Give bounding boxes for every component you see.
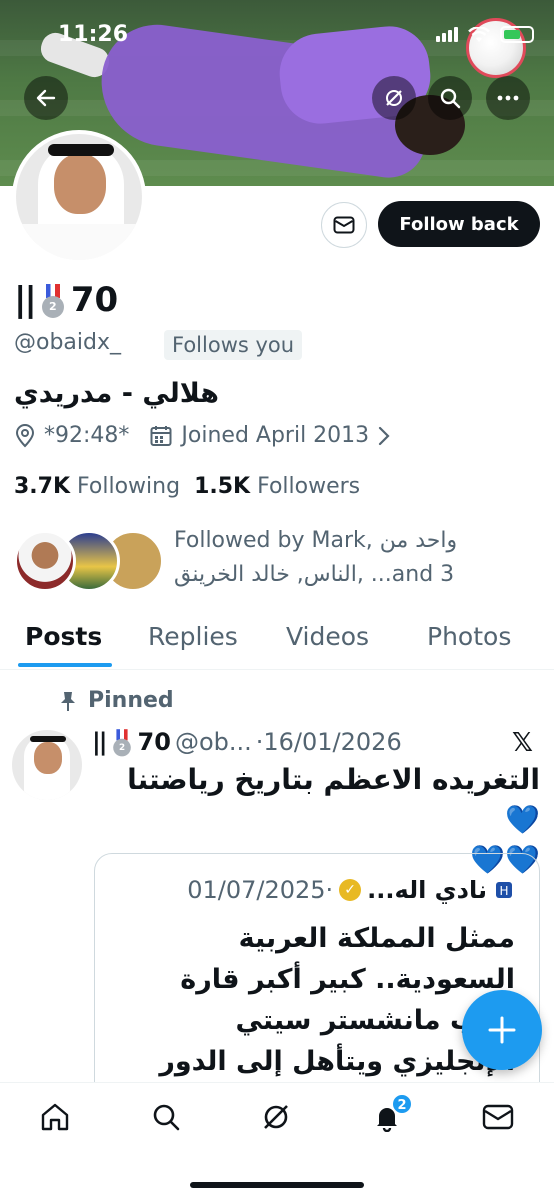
search-button[interactable] bbox=[428, 76, 472, 120]
notifications-badge: 2 bbox=[391, 1093, 413, 1115]
grok-icon bbox=[386, 90, 402, 106]
compose-button[interactable] bbox=[462, 990, 542, 1070]
home-indicator bbox=[190, 1182, 364, 1188]
followers-link[interactable]: 1.5K Followers bbox=[194, 474, 360, 499]
post-author[interactable]: || 2 70 bbox=[92, 726, 171, 758]
mail-icon bbox=[333, 216, 355, 234]
quote-header: H نادي اله... ✓ ·01/07/2025 bbox=[123, 876, 515, 904]
nav-messages[interactable] bbox=[480, 1099, 516, 1135]
post-handle: @ob... bbox=[174, 728, 252, 756]
verified-badge-icon: ✓ bbox=[339, 879, 362, 901]
club-logo-icon: H bbox=[496, 882, 512, 898]
avatar bbox=[14, 530, 76, 592]
nav-home[interactable] bbox=[37, 1099, 73, 1135]
medal-icon: 2 bbox=[112, 729, 131, 757]
follows-you-badge: Follows you bbox=[164, 330, 303, 360]
followed-by-avatars[interactable] bbox=[14, 530, 164, 594]
profile-avatar[interactable] bbox=[12, 130, 146, 264]
profile-meta: *92:48* Joined April 2013 bbox=[14, 423, 391, 448]
nav-notifications[interactable]: 2 bbox=[369, 1093, 413, 1135]
home-icon bbox=[41, 1103, 69, 1131]
location-text: *92:48* bbox=[44, 423, 130, 448]
post-header: || 2 70 @ob... ·16/01/2026 bbox=[92, 726, 402, 758]
profile-bio: هلالي - مدريدي bbox=[14, 378, 220, 409]
pin-icon bbox=[61, 691, 75, 711]
profile-handle: @obaidx_ bbox=[14, 330, 122, 355]
chevron-right-icon[interactable] bbox=[377, 425, 391, 447]
calendar-icon bbox=[150, 425, 172, 446]
message-button[interactable] bbox=[321, 202, 367, 248]
display-name-text: 70 bbox=[70, 280, 119, 320]
status-icons bbox=[436, 26, 534, 43]
nav-search[interactable] bbox=[148, 1099, 184, 1135]
active-tab-indicator bbox=[18, 663, 112, 667]
search-icon bbox=[440, 88, 461, 109]
nav-grok[interactable] bbox=[258, 1099, 294, 1135]
search-icon bbox=[153, 1104, 180, 1131]
mail-icon bbox=[482, 1104, 514, 1130]
wifi-icon bbox=[468, 26, 490, 42]
battery-icon bbox=[500, 26, 534, 43]
tab-posts[interactable]: Posts bbox=[25, 622, 102, 651]
follow-counts: 3.7K Following 1.5K Followers bbox=[14, 474, 360, 499]
back-button[interactable] bbox=[24, 76, 68, 120]
followed-by-text[interactable]: Followed by Mark, واحد من الناس, خالد ال… bbox=[174, 524, 534, 592]
plus-icon bbox=[488, 1016, 516, 1044]
display-name: || 2 70 bbox=[14, 280, 119, 320]
location-icon bbox=[15, 423, 35, 447]
tab-photos[interactable]: Photos bbox=[427, 622, 511, 651]
post-avatar[interactable] bbox=[12, 730, 82, 800]
more-button[interactable] bbox=[486, 76, 530, 120]
grok-button[interactable] bbox=[372, 76, 416, 120]
tab-replies[interactable]: Replies bbox=[148, 622, 238, 651]
following-link[interactable]: 3.7K Following bbox=[14, 474, 180, 499]
signal-icon bbox=[436, 27, 458, 42]
follow-back-button[interactable]: Follow back bbox=[378, 201, 540, 247]
post-date: ·16/01/2026 bbox=[255, 728, 402, 756]
x-logo-icon: 𝕏 bbox=[512, 728, 533, 758]
svg-text:H: H bbox=[499, 884, 508, 898]
joined-text: Joined April 2013 bbox=[181, 423, 370, 448]
grok-icon bbox=[264, 1105, 288, 1129]
profile-tabs: Posts Replies Videos Photos bbox=[0, 608, 554, 670]
arrow-left-icon bbox=[36, 89, 56, 107]
more-icon bbox=[497, 95, 519, 101]
tab-videos[interactable]: Videos bbox=[286, 622, 369, 651]
pinned-indicator: Pinned bbox=[58, 688, 174, 713]
status-time: 11:26 bbox=[58, 22, 129, 47]
medal-icon: 2 bbox=[41, 284, 65, 318]
